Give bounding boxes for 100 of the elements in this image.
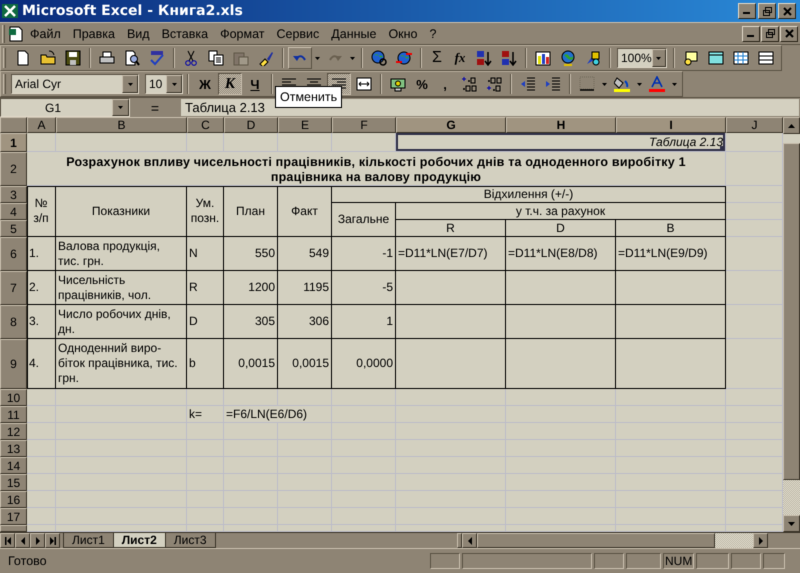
sheet-cell[interactable]: N: [187, 237, 224, 271]
restore-button[interactable]: [758, 3, 776, 19]
sheet-cell[interactable]: [616, 271, 726, 305]
sheet-cell[interactable]: [27, 508, 56, 525]
menu-item[interactable]: Файл: [24, 24, 67, 42]
clipboard-icon[interactable]: [233, 50, 249, 66]
sheet-cell[interactable]: [224, 133, 278, 152]
sheet-cell[interactable]: Число робочих днів, дн.: [56, 305, 187, 339]
new-document-icon[interactable]: [15, 50, 31, 66]
fill-color-icon[interactable]: [614, 76, 630, 92]
sheet-cell[interactable]: Факт: [278, 186, 332, 237]
help-pointer-icon[interactable]: [683, 50, 699, 66]
sheet-cell[interactable]: [56, 389, 187, 406]
sheet-cell[interactable]: [396, 271, 506, 305]
sheet-cell[interactable]: [27, 440, 56, 457]
table-shaded-icon[interactable]: [708, 50, 724, 66]
sheet-cell[interactable]: 550: [224, 237, 278, 271]
tab-split-handle[interactable]: [457, 533, 462, 548]
font-size-field[interactable]: 10: [145, 74, 183, 94]
sheet-cell[interactable]: b: [187, 339, 224, 389]
scissors-icon[interactable]: [183, 50, 199, 66]
menu-item[interactable]: Данные: [325, 24, 382, 42]
sheet-cell[interactable]: 549: [278, 237, 332, 271]
open-folder-icon[interactable]: [40, 50, 56, 66]
sheet-tab[interactable]: Лист2: [112, 533, 166, 548]
scrollbar-thumb[interactable]: [477, 533, 715, 548]
sheet-cell[interactable]: 1200: [224, 271, 278, 305]
row-header[interactable]: 12: [0, 423, 27, 440]
caret-icon[interactable]: [315, 56, 320, 60]
column-header[interactable]: A: [27, 117, 56, 133]
scroll-up-button[interactable]: [783, 117, 800, 134]
row-header[interactable]: 13: [0, 440, 27, 457]
sheet-cell[interactable]: B: [616, 220, 726, 237]
borders-icon[interactable]: [579, 76, 595, 92]
sheet-cell[interactable]: [506, 339, 616, 389]
sheet-cell[interactable]: [616, 339, 726, 389]
sheet-cell[interactable]: [332, 525, 396, 532]
sheet-cell[interactable]: Одноденний виро-біток працівника, тис. грн.: [56, 339, 187, 389]
sheet-cell[interactable]: D: [187, 305, 224, 339]
row-header[interactable]: 11: [0, 406, 27, 423]
minimize-button[interactable]: [742, 26, 760, 42]
previous-sheet-button[interactable]: [15, 533, 30, 548]
sheet-cell[interactable]: R: [396, 220, 506, 237]
sheet-cell[interactable]: [187, 133, 224, 152]
row-header[interactable]: 10: [0, 389, 27, 406]
sheet-cell[interactable]: Відхилення (+/-): [332, 186, 726, 203]
sheet-cell[interactable]: [332, 133, 396, 152]
row-header[interactable]: 9: [0, 339, 27, 389]
minimize-button[interactable]: [738, 3, 756, 19]
sheet-cell[interactable]: R: [187, 271, 224, 305]
menu-item[interactable]: Формат: [214, 24, 270, 42]
sheet-cell[interactable]: D: [506, 220, 616, 237]
row-header[interactable]: 17: [0, 508, 27, 525]
restore-button[interactable]: [761, 26, 779, 42]
sheet-cell[interactable]: -5: [332, 271, 396, 305]
sheet-cell[interactable]: [396, 339, 506, 389]
sheet-cell[interactable]: k=: [187, 406, 224, 423]
last-sheet-button[interactable]: [45, 533, 60, 548]
column-header[interactable]: G: [396, 117, 506, 133]
sheet-cell[interactable]: 0,0015: [224, 339, 278, 389]
decrease-decimal-icon[interactable]: [486, 76, 502, 92]
sheet-cell[interactable]: 1195: [278, 271, 332, 305]
sheet-cell[interactable]: 2.: [27, 271, 56, 305]
table-grid-icon[interactable]: [733, 50, 749, 66]
sheet-cell[interactable]: [56, 133, 187, 152]
sheet-cell[interactable]: -1: [332, 237, 396, 271]
sheet-cell[interactable]: [616, 525, 726, 532]
caret-icon[interactable]: [637, 82, 642, 86]
row-header[interactable]: [0, 525, 27, 532]
sheet-cell[interactable]: План: [224, 186, 278, 237]
sheet-cell[interactable]: [224, 525, 278, 532]
menu-item[interactable]: Сервис: [270, 24, 326, 42]
copy-icon[interactable]: [208, 50, 224, 66]
next-sheet-button[interactable]: [30, 533, 45, 548]
sheet-cell[interactable]: [56, 525, 187, 532]
row-header[interactable]: 16: [0, 491, 27, 508]
font-color-icon[interactable]: [649, 76, 665, 92]
sheet-tab[interactable]: Лист1: [63, 533, 114, 548]
increase-decimal-icon[interactable]: [461, 76, 477, 92]
column-header[interactable]: I: [616, 117, 726, 133]
row-header[interactable]: 4: [0, 203, 27, 220]
sheet-cell[interactable]: [27, 491, 56, 508]
sheet-cell[interactable]: =F6/LN(E6/D6): [224, 406, 332, 423]
menu-item[interactable]: ?: [424, 24, 442, 42]
underline-button[interactable]: Ч: [243, 73, 267, 95]
menu-item[interactable]: Окно: [382, 24, 424, 42]
table-lines-icon[interactable]: [758, 50, 774, 66]
sheet-cell[interactable]: 306: [278, 305, 332, 339]
sort-descending-icon[interactable]: [501, 50, 517, 66]
sheet-cell[interactable]: 0,0000: [332, 339, 396, 389]
sheet-cell[interactable]: [27, 457, 56, 474]
drawing-shapes-icon[interactable]: [585, 50, 601, 66]
autosum-button[interactable]: Σ: [426, 47, 448, 69]
row-header[interactable]: 5: [0, 220, 27, 237]
currency-icon[interactable]: [390, 76, 406, 92]
sheet-cell[interactable]: [224, 389, 278, 406]
sheet-cell[interactable]: =D11*LN(E7/D7): [396, 237, 506, 271]
scroll-down-button[interactable]: [783, 515, 800, 532]
sheet-cell[interactable]: [506, 271, 616, 305]
menu-item[interactable]: Вставка: [156, 24, 214, 42]
